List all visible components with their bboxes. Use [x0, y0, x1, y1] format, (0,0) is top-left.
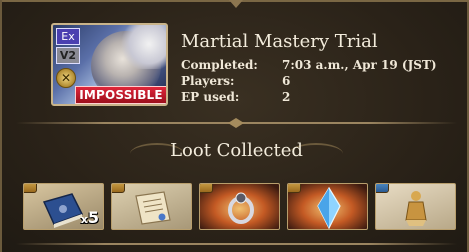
- loot-item[interactable]: [287, 183, 368, 230]
- section-divider: [16, 118, 457, 128]
- ex-badge: Ex: [56, 28, 80, 45]
- loot-item[interactable]: x5: [23, 183, 104, 230]
- bottom-divider: [16, 243, 457, 245]
- loot-heading: Loot Collected: [170, 140, 303, 161]
- info-label: EP used:: [181, 90, 240, 104]
- info-value: 7:03 a.m., Apr 19 (JST): [282, 58, 437, 72]
- crossed-swords-icon: ✕: [56, 68, 76, 88]
- quest-result-panel: Ex V2 ✕ IMPOSSIBLE Martial Mastery Trial…: [0, 0, 469, 252]
- treasure-chest-icon: [200, 184, 213, 193]
- quantity-value: 5: [87, 208, 99, 227]
- character-hair: [119, 25, 166, 69]
- info-row-ep-used: EP used: 2: [181, 90, 290, 104]
- info-value: 2: [282, 90, 291, 104]
- treasure-chest-icon: [112, 184, 125, 193]
- loot-item[interactable]: [375, 183, 456, 230]
- info-value: 6: [282, 74, 291, 88]
- info-label: Players:: [181, 74, 235, 88]
- info-row-players: Players: 6: [181, 74, 290, 88]
- loot-item[interactable]: [199, 183, 280, 230]
- info-label: Completed:: [181, 58, 258, 72]
- treasure-chest-icon: [288, 184, 301, 193]
- quantity-prefix: x: [80, 213, 88, 226]
- version-badge: V2: [56, 47, 80, 64]
- treasure-chest-icon: [24, 184, 37, 193]
- difficulty-badge: IMPOSSIBLE: [75, 86, 166, 104]
- info-row-completed: Completed: 7:03 a.m., Apr 19 (JST): [181, 58, 437, 72]
- quest-title: Martial Mastery Trial: [181, 31, 378, 52]
- quest-thumbnail: Ex V2 ✕ IMPOSSIBLE: [51, 23, 168, 106]
- ornament-diamond: [229, 0, 243, 8]
- item-quantity: x5: [81, 208, 99, 227]
- treasure-chest-icon: [376, 184, 389, 193]
- divider-gem: [228, 118, 244, 128]
- top-ornament: [2, 0, 469, 12]
- loot-item[interactable]: [111, 183, 192, 230]
- loot-list: x5: [23, 183, 456, 231]
